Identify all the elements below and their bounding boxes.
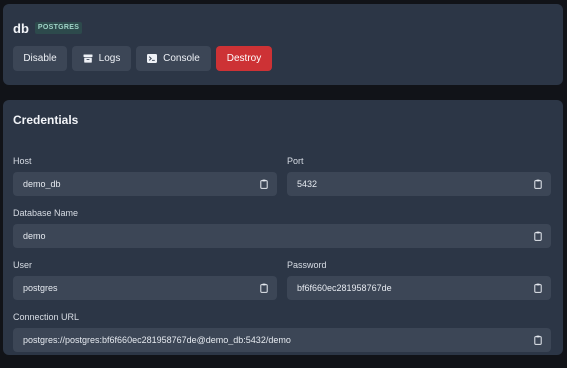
credentials-card: Credentials Host demo_db Port 5432 Datab… bbox=[3, 100, 563, 355]
password-label: Password bbox=[287, 260, 327, 270]
service-name: db bbox=[13, 20, 29, 36]
copy-icon[interactable] bbox=[533, 179, 543, 189]
copy-icon[interactable] bbox=[533, 283, 543, 293]
database-name-label: Database Name bbox=[13, 208, 79, 218]
port-value: 5432 bbox=[297, 179, 318, 189]
copy-icon[interactable] bbox=[533, 231, 543, 241]
host-field: Host demo_db bbox=[13, 155, 277, 196]
logs-button[interactable]: Logs bbox=[72, 46, 131, 71]
archive-box-icon bbox=[83, 54, 93, 63]
port-field: Port 5432 bbox=[287, 155, 551, 196]
host-label: Host bbox=[13, 156, 32, 166]
port-label: Port bbox=[287, 156, 304, 166]
service-header-card: db POSTGRES Disable Logs Console Destroy bbox=[3, 4, 563, 85]
disable-button-label: Disable bbox=[23, 53, 57, 64]
password-value: bf6f660ec281958767de bbox=[297, 283, 392, 293]
user-label: User bbox=[13, 260, 33, 270]
terminal-icon bbox=[147, 54, 158, 63]
database-name-input[interactable]: demo bbox=[13, 224, 551, 248]
user-field: User postgres bbox=[13, 259, 277, 300]
console-button-label: Console bbox=[163, 53, 200, 64]
connection-url-label: Connection URL bbox=[13, 312, 80, 322]
host-value: demo_db bbox=[23, 179, 61, 189]
connection-url-input[interactable]: postgres://postgres:bf6f660ec281958767de… bbox=[13, 328, 551, 352]
port-input[interactable]: 5432 bbox=[287, 172, 551, 196]
connection-url-field: Connection URL postgres://postgres:bf6f6… bbox=[13, 311, 551, 352]
user-input[interactable]: postgres bbox=[13, 276, 277, 300]
password-input[interactable]: bf6f660ec281958767de bbox=[287, 276, 551, 300]
credentials-title: Credentials bbox=[13, 113, 79, 127]
destroy-button-label: Destroy bbox=[226, 53, 262, 64]
copy-icon[interactable] bbox=[259, 283, 269, 293]
password-field: Password bf6f660ec281958767de bbox=[287, 259, 551, 300]
action-toolbar: Disable Logs Console Destroy bbox=[13, 46, 553, 71]
database-name-field: Database Name demo bbox=[13, 207, 551, 248]
destroy-button[interactable]: Destroy bbox=[216, 46, 272, 71]
service-title-row: db POSTGRES bbox=[13, 18, 553, 38]
disable-button[interactable]: Disable bbox=[13, 46, 67, 71]
copy-icon[interactable] bbox=[259, 179, 269, 189]
logs-button-label: Logs bbox=[98, 53, 121, 64]
database-service-page: db POSTGRES Disable Logs Console Destroy… bbox=[0, 0, 567, 368]
database-name-value: demo bbox=[23, 231, 46, 241]
console-button[interactable]: Console bbox=[136, 46, 211, 71]
copy-icon[interactable] bbox=[533, 335, 543, 345]
host-input[interactable]: demo_db bbox=[13, 172, 277, 196]
service-type-badge: POSTGRES bbox=[34, 22, 83, 34]
user-value: postgres bbox=[23, 283, 58, 293]
connection-url-value: postgres://postgres:bf6f660ec281958767de… bbox=[23, 335, 291, 345]
